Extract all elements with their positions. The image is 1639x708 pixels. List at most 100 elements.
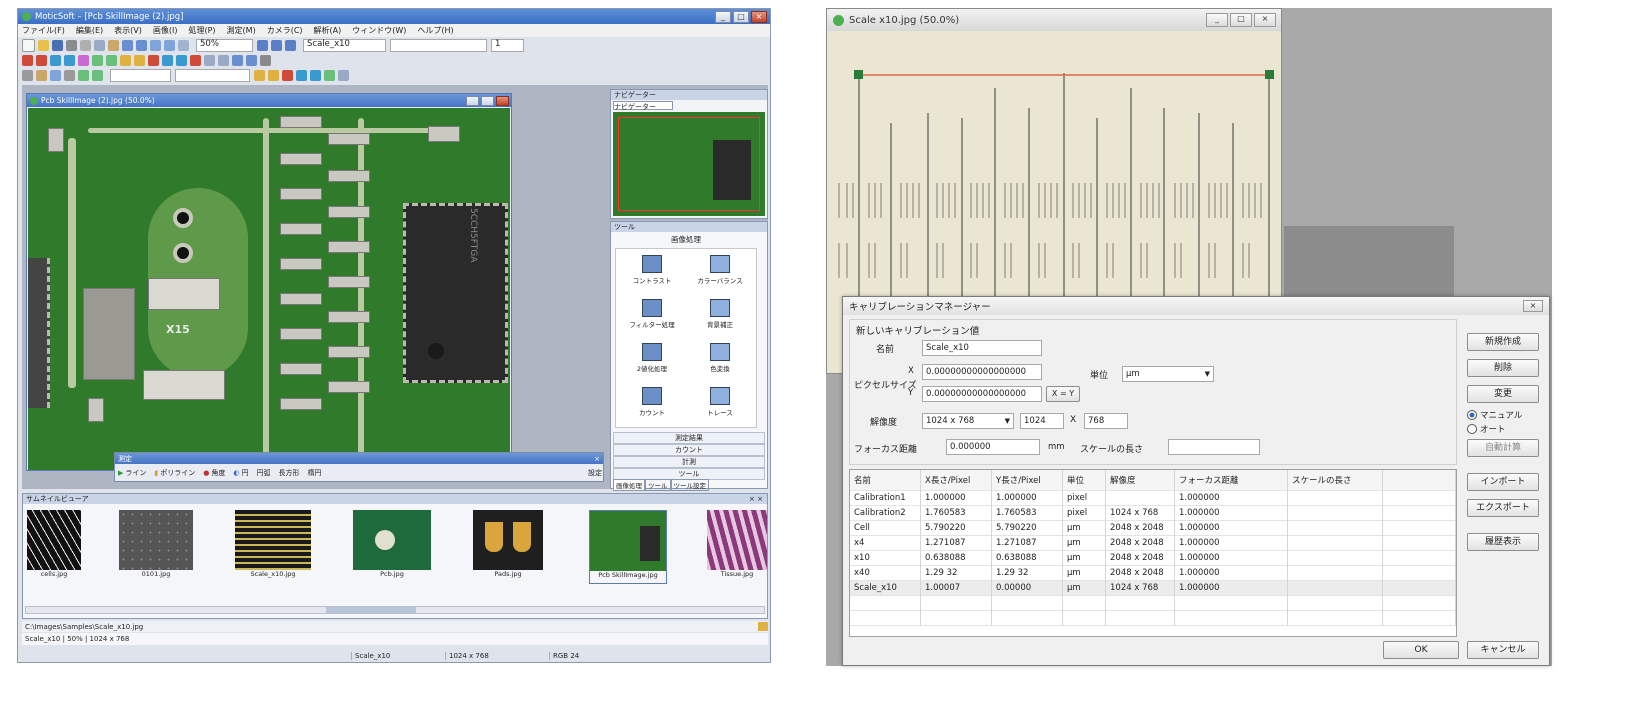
gallery-close-icon[interactable]: × × [749,495,767,503]
image-maximize-button[interactable] [481,95,494,106]
fit-icon[interactable] [178,40,189,51]
radio-auto[interactable]: オート [1467,423,1506,435]
tool-background[interactable]: 背景補正 [690,299,750,335]
radio-manual[interactable]: マニュアル [1467,409,1522,421]
copy-tool-icon[interactable] [204,55,215,66]
pcb-window-title-bar[interactable]: Pcb SkillImage (2).jpg (50.0%) [27,94,511,107]
tool-contrast[interactable]: コントラスト [622,255,682,291]
menu-analysis[interactable]: 解析(A) [314,25,342,36]
resolution-height-input[interactable]: 768 [1084,413,1128,429]
export-tool-icon[interactable] [246,55,257,66]
pixel-x-input[interactable]: 0.00000000000000000 [922,364,1042,380]
thumbnail-item[interactable]: Pcb SkillImage.jpg [589,510,667,584]
undo-icon[interactable] [122,40,133,51]
menu-process[interactable]: 処理(P) [188,25,215,36]
name-input[interactable]: Scale_x10 [922,340,1042,356]
freehand-tool-icon[interactable] [176,55,187,66]
rect-tool-icon[interactable] [92,55,103,66]
thumbnail-item[interactable]: Pads.jpg [473,510,543,584]
thumbnail-item[interactable]: Pcb.jpg [353,510,431,584]
table-row[interactable]: x10 0.638088 0.638088 μm 2048 x 2048 1.0… [850,550,1456,565]
pcb-image[interactable]: X15 5CCH5FTGA [28,108,510,470]
polygon-tool-icon[interactable] [162,55,173,66]
count-tool-icon[interactable] [134,55,145,66]
measure-circle-icon[interactable]: ◐ [233,469,239,477]
close-button[interactable]: × [751,10,767,23]
tools-list-item[interactable]: カウント [613,444,765,456]
report-icon[interactable] [338,70,349,81]
polyline-tool-icon[interactable] [36,55,47,66]
thumbnail-item[interactable]: cells.jpg [27,510,81,584]
cross-tool-icon[interactable] [148,55,159,66]
copy-icon[interactable] [94,40,105,51]
search-combo[interactable] [175,69,250,82]
scale-close-button[interactable]: × [1254,13,1276,27]
column-header[interactable]: フォーカス距離 [1174,470,1288,490]
zoom-in-icon[interactable] [150,40,161,51]
column-header[interactable]: スケールの長さ [1287,470,1383,490]
camera-icon[interactable] [254,70,265,81]
resolution-select[interactable]: 1024 x 768 ▼ [922,413,1014,429]
calibration-table[interactable]: 名前 X長さ/Pixel Y長さ/Pixel 単位 解像度 フォーカス距離 スケ… [849,469,1457,637]
column-header[interactable]: 名前 [850,470,921,490]
new-file-icon[interactable] [22,39,35,52]
table-row[interactable]: Calibration2 1.760583 1.760583 pixel 102… [850,505,1456,520]
column-header[interactable]: X長さ/Pixel [920,470,992,490]
table-row[interactable]: x4 1.271087 1.271087 μm 2048 x 2048 1.00… [850,535,1456,550]
delete-tool-icon[interactable] [190,55,201,66]
histogram-icon[interactable] [324,70,335,81]
table-row[interactable]: Calibration1 1.000000 1.000000 pixel 1.0… [850,490,1456,505]
tools-list-item[interactable]: 測定結果 [613,432,765,444]
magnifier-icon[interactable] [50,70,61,81]
print-icon[interactable] [66,40,77,51]
history-button[interactable]: 履歴表示 [1467,533,1539,551]
menu-camera[interactable]: カメラ(C) [267,25,303,36]
column-header[interactable]: Y長さ/Pixel [991,470,1063,490]
redo-icon[interactable] [136,40,147,51]
export-button[interactable]: エクスポート [1467,499,1539,517]
navigator-view-rect[interactable] [618,117,760,211]
zoom-out-icon[interactable] [164,40,175,51]
measure-ellipse-label[interactable]: 楕円 [307,468,321,478]
image-close-button[interactable] [496,95,509,106]
measure-settings-label[interactable]: 設定 [588,468,602,478]
menu-image[interactable]: 画像(I) [153,25,178,36]
value-field[interactable]: 1 [491,39,524,52]
minimize-button[interactable]: _ [715,10,731,23]
measure-polyline-label[interactable]: ポリライン [160,468,195,478]
zoom-combo[interactable]: 50% [196,39,253,52]
settings-tool-icon[interactable] [260,55,271,66]
delete-button[interactable]: 削除 [1467,359,1539,377]
angle-tool-icon[interactable] [50,55,61,66]
auto-calc-button[interactable]: 自動計算 [1467,439,1539,457]
maximize-button[interactable]: □ [733,10,749,23]
cancel-button[interactable]: キャンセル [1467,641,1539,659]
calibration-dialog[interactable]: キャリブレーションマネージャー × 新しいキャリブレーション値 名前 Scale… [842,296,1550,666]
measure-tool-icon[interactable] [232,55,243,66]
window-icon[interactable] [285,40,296,51]
focus-distance-input[interactable]: 0.000000 [946,439,1040,455]
measure-toolbar-close-icon[interactable]: × [594,455,603,463]
pcb-image-window[interactable]: Pcb SkillImage (2).jpg (50.0%) X15 5CCH5… [26,93,512,471]
tools-tab[interactable]: ツール設定 [670,478,709,491]
crop-icon[interactable] [64,70,75,81]
capture-icon[interactable] [268,70,279,81]
table-row-selected[interactable]: Scale_x10 1.00007 0.00000 μm 1024 x 768 … [850,580,1456,595]
measure-arc-label[interactable]: 円弧 [256,468,270,478]
table-row[interactable]: Cell 5.790220 5.790220 μm 2048 x 2048 1.… [850,520,1456,535]
scale-minimize-button[interactable]: _ [1206,13,1228,27]
measure-toolbar-title[interactable]: 測定 × [115,453,603,464]
scale-window-title-bar[interactable]: Scale x10.jpg (50.0%) _ □ × [827,9,1281,31]
navigator-tab[interactable]: ナビゲーター [613,101,673,111]
flip-icon[interactable] [92,70,103,81]
arc-tool-icon[interactable] [78,55,89,66]
thumbnail-item[interactable]: 0101.jpg [119,510,193,584]
tool-threshold[interactable]: 2値化処理 [622,343,682,379]
resolution-width-input[interactable]: 1024 [1020,413,1064,429]
record-icon[interactable] [282,70,293,81]
new-button[interactable]: 新規作成 [1467,333,1539,351]
dialog-title-bar[interactable]: キャリブレーションマネージャー × [843,297,1549,315]
column-header[interactable]: 単位 [1062,470,1106,490]
tools-tab[interactable]: ツール [645,478,671,491]
paste-icon[interactable] [108,40,119,51]
